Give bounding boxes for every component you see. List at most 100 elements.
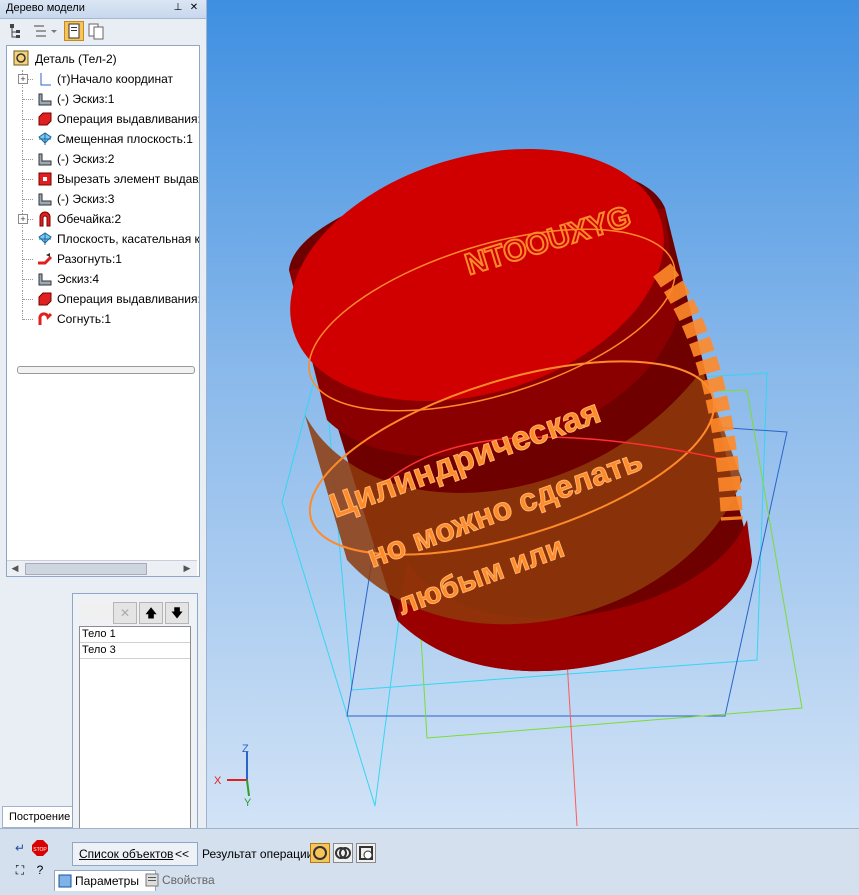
tree-item-bend[interactable]: Согнуть:1 <box>17 310 199 328</box>
z-axis-label: Z <box>242 743 249 755</box>
tree-item-label: Операция выдавливания:1 <box>57 112 200 126</box>
subtract-icon <box>359 846 373 860</box>
tree-item-sketch-1[interactable]: (-) Эскиз:1 <box>17 90 199 108</box>
tree-list-button[interactable] <box>30 21 57 41</box>
tree-horizontal-scrollbar[interactable]: ◀ ▶ <box>7 560 197 576</box>
plane-icon <box>38 132 52 145</box>
tree-connector <box>23 299 33 300</box>
tree-item-cut-extrude[interactable]: Вырезать элемент выдавливания <box>17 170 199 188</box>
tree-item-label: Согнуть:1 <box>57 312 112 326</box>
enter-icon: ↵ <box>14 841 26 855</box>
tree-item-tangent-plane[interactable]: Плоскость, касательная к <box>17 230 200 248</box>
tree-item-shell[interactable]: + Обечайка:2 <box>17 210 199 228</box>
tree-connector <box>23 99 33 100</box>
object-list-panel: ✕ 🡅 🡇 Тело 1 Тело 3 <box>72 593 198 839</box>
tree-item-label: Эскиз:4 <box>57 272 100 286</box>
collapse-button[interactable]: << <box>175 847 189 861</box>
sketch-icon <box>38 153 52 166</box>
object-list: Тело 1 Тело 3 <box>79 626 191 834</box>
tree-connector <box>23 199 33 200</box>
y-axis-line <box>246 779 250 797</box>
tree-document-button[interactable] <box>64 21 84 41</box>
tree-connector <box>23 179 33 180</box>
model-tree: Деталь (Тел-2) + (т)Начало координат (-)… <box>6 45 200 577</box>
stop-button[interactable]: STOP <box>30 839 50 857</box>
operation-result-label: Результат операции <box>202 847 314 861</box>
part-icon <box>13 50 29 66</box>
tree-item-sketch-3[interactable]: (-) Эскиз:3 <box>17 190 199 208</box>
tree-copy-button[interactable] <box>86 21 106 41</box>
help-button[interactable]: ? <box>30 861 50 879</box>
pin-icon[interactable]: ⊥ <box>172 2 184 14</box>
new-body-icon <box>313 846 327 860</box>
panel-title: Дерево модели <box>6 2 85 14</box>
arrow-down-icon: 🡇 <box>170 606 184 620</box>
tree-root-label: Деталь (Тел-2) <box>35 52 117 66</box>
scroll-thumb[interactable] <box>25 563 147 575</box>
tree-item-sketch-2[interactable]: (-) Эскиз:2 <box>17 150 199 168</box>
scroll-left-icon[interactable]: ◀ <box>9 563 21 574</box>
tree-list-icon <box>34 25 57 37</box>
tree-item-label: (т)Начало координат <box>57 72 174 86</box>
result-new-body-button[interactable] <box>310 843 330 863</box>
tree-connector <box>23 259 33 260</box>
tree-item-label: Операция выдавливания:2 <box>57 292 200 306</box>
unbend-icon <box>38 253 53 265</box>
delete-icon: ✕ <box>119 606 131 620</box>
result-subtract-button[interactable] <box>356 843 376 863</box>
parameters-icon <box>58 874 72 888</box>
apply-button[interactable]: ↵ <box>10 839 30 857</box>
object-list-header[interactable]: Список объектов << <box>72 842 198 866</box>
expand-icon[interactable]: + <box>18 74 28 84</box>
properties-icon <box>145 873 159 887</box>
list-item[interactable]: Тело 1 <box>80 627 190 643</box>
list-item[interactable]: Тело 3 <box>80 643 190 659</box>
tree-item-origin[interactable]: + (т)Начало координат <box>17 70 199 88</box>
tree-item-offset-plane[interactable]: Смещенная плоскость:1 <box>17 130 199 148</box>
tree-toolbar <box>2 20 204 42</box>
union-icon <box>335 847 351 859</box>
arrow-up-icon: 🡅 <box>144 606 158 620</box>
expand-icon[interactable]: + <box>18 214 28 224</box>
close-icon[interactable]: ✕ <box>188 2 200 14</box>
tree-item-label: Обечайка:2 <box>57 212 122 226</box>
delete-object-button[interactable]: ✕ <box>113 602 137 624</box>
tree-connector <box>23 119 33 120</box>
object-list-toolbar: ✕ 🡅 🡇 <box>81 602 189 624</box>
tree-item-extrude-2[interactable]: Операция выдавливания:2 <box>17 290 200 308</box>
model-viewport[interactable]: NTOOUXYG Цилиндрическая но можно сделать… <box>207 0 859 828</box>
tree-connector <box>23 139 33 140</box>
y-axis-label: Y <box>244 797 252 809</box>
copy-document-icon <box>88 23 104 40</box>
tree-item-label: Смещенная плоскость:1 <box>57 132 193 146</box>
tab-parameters-label: Параметры <box>75 874 139 888</box>
tab-parameters[interactable]: Параметры <box>54 870 156 891</box>
tree-splitter[interactable] <box>17 366 195 374</box>
tab-properties-label: Свойства <box>162 873 215 887</box>
result-add-button[interactable] <box>333 843 353 863</box>
tree-item-label: (-) Эскиз:1 <box>57 92 115 106</box>
expand-icon: ⛶ <box>15 863 25 877</box>
move-down-button[interactable]: 🡇 <box>165 602 189 624</box>
plane-icon <box>38 232 52 245</box>
tab-properties[interactable]: Свойства <box>142 870 242 890</box>
tree-item-extrude-1[interactable]: Операция выдавливания:1 <box>17 110 200 128</box>
fullscreen-button[interactable]: ⛶ <box>10 861 30 879</box>
bend-icon <box>38 312 53 325</box>
model-scene: NTOOUXYG Цилиндрическая но можно сделать… <box>214 148 803 827</box>
sketch-icon <box>38 93 52 106</box>
scroll-right-icon[interactable]: ▶ <box>181 563 193 574</box>
cut-extrude-icon <box>38 172 52 186</box>
help-icon: ? <box>36 863 44 877</box>
move-up-button[interactable]: 🡅 <box>139 602 163 624</box>
tree-item-label: (-) Эскиз:2 <box>57 152 115 166</box>
tree-item-label: Плоскость, касательная к <box>57 232 200 246</box>
tree-item-unbend[interactable]: Разогнуть:1 <box>17 250 199 268</box>
x-axis-label: X <box>214 775 222 787</box>
tree-item-label: (-) Эскиз:3 <box>57 192 115 206</box>
tree-connector <box>23 239 33 240</box>
tree-item-label: Вырезать элемент выдавливания <box>57 172 199 186</box>
tree-item-sketch-4[interactable]: Эскиз:4 <box>17 270 199 288</box>
tree-structure-button[interactable] <box>6 21 26 41</box>
shell-icon <box>39 211 51 227</box>
